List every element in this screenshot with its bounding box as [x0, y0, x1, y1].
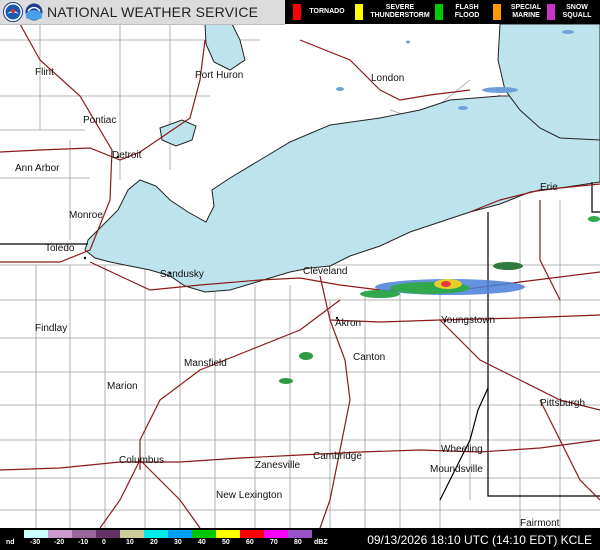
- lake-st-clair: [159, 119, 197, 147]
- city-label: Youngstown: [441, 315, 496, 326]
- scale-swatch: [96, 530, 120, 538]
- legend-label: SPECIAL MARINE: [510, 4, 542, 19]
- timestamp-label: 09/13/2026 18:10 UTC (14:10 EDT) KCLE: [367, 533, 592, 547]
- city-label: Mansfield: [184, 358, 227, 369]
- city-label: New Lexington: [216, 490, 283, 501]
- legend-swatch: [355, 4, 363, 20]
- scale-label: -10: [78, 539, 89, 546]
- scale-label: 40: [198, 539, 206, 546]
- noaa-logo-icon: [25, 3, 43, 21]
- nws-title: NATIONAL WEATHER SERVICE: [47, 4, 259, 20]
- scale-swatch: [288, 530, 312, 538]
- scale-label: 70: [270, 539, 278, 546]
- dbz-scale: nd -30 -20 -10 0 10 20 30 40 50 60 70 80 dBZ: [0, 528, 336, 550]
- scale-swatch: [24, 530, 48, 538]
- legend-swatch: [293, 4, 301, 20]
- city-label: Akron: [335, 318, 362, 329]
- city-label: Marion: [107, 381, 138, 392]
- city-label: Pittsburgh: [540, 398, 586, 409]
- city-label: Moundsville: [430, 464, 483, 475]
- top-bar: NATIONAL WEATHER SERVICE TORNADO SEVERE T…: [0, 0, 600, 25]
- scale-label: 20: [150, 539, 158, 546]
- city-label: Pontiac: [83, 115, 117, 126]
- scale-label: 30: [174, 539, 182, 546]
- city-label: London: [371, 73, 405, 84]
- city-label: Flint: [35, 67, 54, 78]
- city-label: Cambridge: [313, 451, 362, 462]
- city-label: Wheeling: [441, 444, 483, 455]
- scale-label: 60: [246, 539, 254, 546]
- legend-label: TORNADO: [309, 8, 345, 15]
- scale-swatch: [216, 530, 240, 538]
- scale-label: 80: [294, 539, 302, 546]
- legend-swatch: [435, 4, 443, 20]
- legend-swatch: [547, 4, 555, 20]
- scale-swatch: [144, 530, 168, 538]
- scale-unit-label: dBZ: [314, 539, 328, 546]
- nws-logo-icon: [3, 2, 23, 22]
- scale-label: 0: [102, 539, 106, 546]
- scale-swatch: [264, 530, 288, 538]
- scale-label: nd: [6, 539, 15, 546]
- scale-label: -30: [30, 539, 41, 546]
- city-label: Zanesville: [255, 460, 301, 471]
- warning-legend: TORNADO SEVERE THUNDERSTORM FLASH FLOOD SPE…: [285, 0, 600, 24]
- scale-swatch: [168, 530, 192, 538]
- legend-label: SNOW SQUALL: [562, 4, 592, 19]
- city-label: Ann Arbor: [15, 163, 60, 174]
- scale-label: -20: [54, 539, 65, 546]
- bottom-bar: nd -30 -20 -10 0 10 20 30 40 50 60 70 80 dBZ 09/13/20…: [0, 528, 600, 550]
- legend-label: FLASH FLOOD: [454, 4, 480, 19]
- city-label: Toledo: [45, 243, 75, 254]
- scale-swatch: [48, 530, 72, 538]
- scale-swatch: [72, 530, 96, 538]
- city-label: Findlay: [35, 323, 68, 334]
- lake-huron: [204, 23, 246, 71]
- legend-label: SEVERE THUNDERSTORM: [370, 4, 430, 19]
- scale-swatch: [192, 530, 216, 538]
- nws-header: NATIONAL WEATHER SERVICE: [0, 0, 285, 25]
- lake-erie: [84, 93, 600, 293]
- city-label: Columbus: [119, 455, 165, 466]
- scale-label: 10: [126, 539, 134, 546]
- city-label: Monroe: [69, 210, 103, 221]
- city-label: Port Huron: [195, 70, 244, 81]
- scale-swatch: [240, 530, 264, 538]
- city-label: Sandusky: [160, 269, 204, 280]
- scale-swatch: [0, 530, 24, 538]
- city-label: Cleveland: [303, 266, 348, 277]
- city-label: Erie: [540, 182, 558, 193]
- scale-swatch: [120, 530, 144, 538]
- scale-label: 50: [222, 539, 230, 546]
- city-label: Detroit: [112, 150, 142, 161]
- city-label: Canton: [353, 352, 386, 363]
- legend-swatch: [493, 4, 501, 20]
- lakes: [84, 23, 600, 293]
